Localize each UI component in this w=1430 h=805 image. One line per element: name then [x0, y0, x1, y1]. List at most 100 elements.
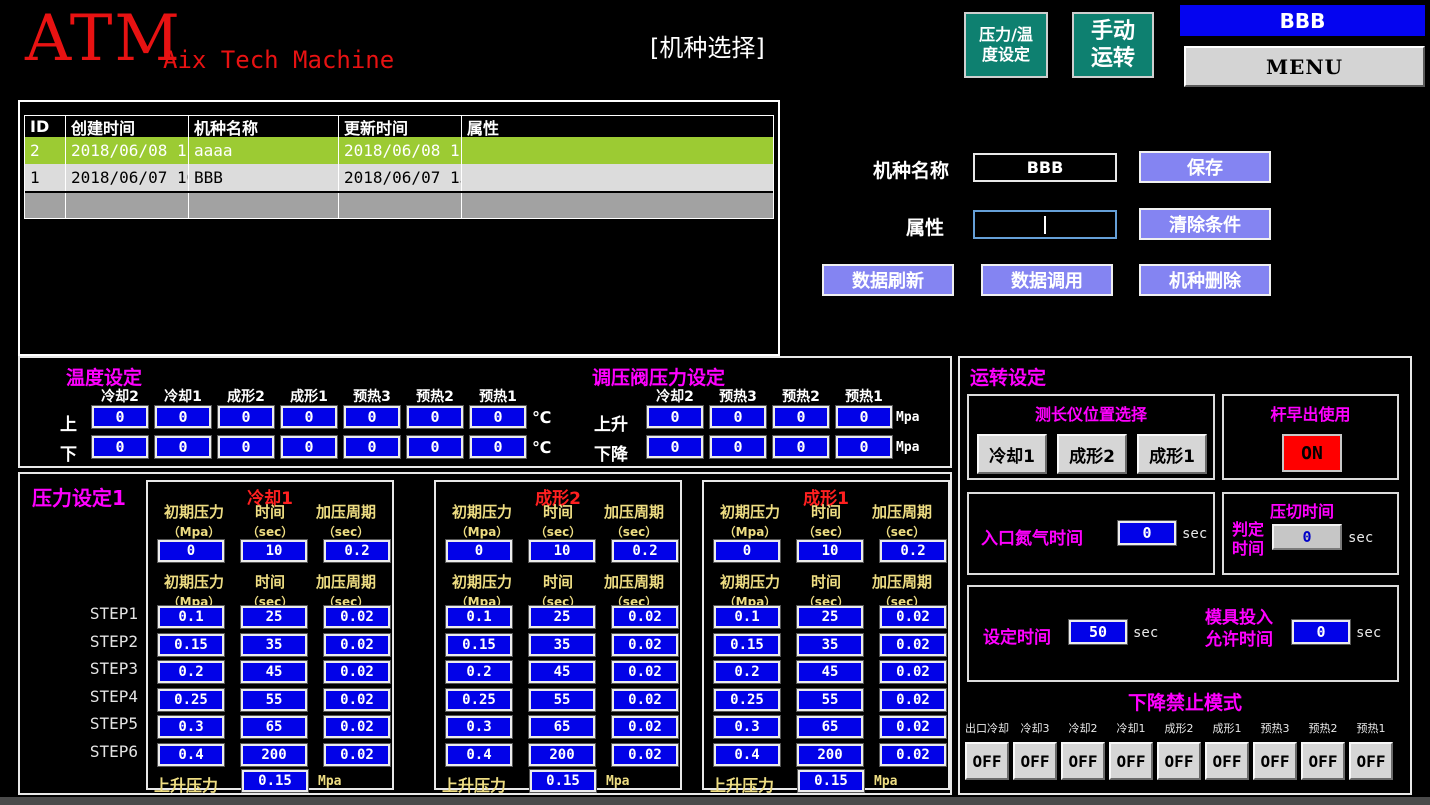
temp-up-input-6[interactable]: 0	[470, 406, 526, 428]
rise-pressure-input[interactable]: 0.15	[242, 770, 308, 792]
step5-pressure-input[interactable]: 0.3	[446, 716, 512, 738]
descent-toggle-preheat3[interactable]: OFF	[1253, 742, 1297, 780]
step2-pressure-input[interactable]: 0.15	[714, 634, 780, 656]
descent-toggle-cooling1[interactable]: OFF	[1109, 742, 1153, 780]
length-pos-forming2-button[interactable]: 成形2	[1057, 434, 1127, 474]
step3-cycle-input[interactable]: 0.02	[880, 661, 946, 683]
temp-up-input-4[interactable]: 0	[344, 406, 400, 428]
descent-toggle-forming2[interactable]: OFF	[1157, 742, 1201, 780]
step6-time-input[interactable]: 200	[797, 744, 863, 766]
step5-time-input[interactable]: 65	[241, 716, 307, 738]
save-button[interactable]: 保存	[1139, 151, 1271, 183]
step2-time-input[interactable]: 35	[241, 634, 307, 656]
temp-up-input-3[interactable]: 0	[281, 406, 337, 428]
descent-toggle-cooling3[interactable]: OFF	[1013, 742, 1057, 780]
nitrogen-time-input[interactable]: 0	[1118, 521, 1176, 545]
descent-toggle-outlet-cooling[interactable]: OFF	[965, 742, 1009, 780]
data-recall-button[interactable]: 数据调用	[981, 264, 1113, 296]
attribute-input[interactable]	[973, 210, 1117, 239]
step3-pressure-input[interactable]: 0.2	[714, 661, 780, 683]
temp-down-input-4[interactable]: 0	[344, 436, 400, 458]
step3-time-input[interactable]: 45	[241, 661, 307, 683]
clear-condition-button[interactable]: 清除条件	[1139, 208, 1271, 240]
temp-up-input-1[interactable]: 0	[155, 406, 211, 428]
pressure-temp-setting-button[interactable]: 压力/温 度设定	[964, 12, 1048, 78]
temp-down-input-0[interactable]: 0	[92, 436, 148, 458]
rise-pressure-input[interactable]: 0.15	[530, 770, 596, 792]
step5-pressure-input[interactable]: 0.3	[714, 716, 780, 738]
descent-toggle-cooling2[interactable]: OFF	[1061, 742, 1105, 780]
init-pressure-input[interactable]: 0	[714, 540, 780, 562]
init-time-input[interactable]: 10	[797, 540, 863, 562]
step1-time-input[interactable]: 25	[529, 606, 595, 628]
step6-pressure-input[interactable]: 0.4	[158, 744, 224, 766]
step4-time-input[interactable]: 55	[797, 689, 863, 711]
table-row-selected[interactable]: 2 2018/06/08 11:28 aaaa 2018/06/08 11:30	[25, 137, 773, 164]
step2-cycle-input[interactable]: 0.02	[612, 634, 678, 656]
step2-pressure-input[interactable]: 0.15	[446, 634, 512, 656]
init-time-input[interactable]: 10	[529, 540, 595, 562]
step1-cycle-input[interactable]: 0.02	[880, 606, 946, 628]
step6-cycle-input[interactable]: 0.02	[612, 744, 678, 766]
step3-cycle-input[interactable]: 0.02	[612, 661, 678, 683]
step4-pressure-input[interactable]: 0.25	[714, 689, 780, 711]
mold-insert-time-input[interactable]: 0	[1292, 620, 1350, 644]
step4-pressure-input[interactable]: 0.25	[446, 689, 512, 711]
temp-down-input-6[interactable]: 0	[470, 436, 526, 458]
init-cycle-input[interactable]: 0.2	[880, 540, 946, 562]
valve-up-input-0[interactable]: 0	[647, 406, 703, 428]
step6-cycle-input[interactable]: 0.02	[324, 744, 390, 766]
step1-pressure-input[interactable]: 0.1	[158, 606, 224, 628]
step1-cycle-input[interactable]: 0.02	[324, 606, 390, 628]
init-cycle-input[interactable]: 0.2	[324, 540, 390, 562]
step2-cycle-input[interactable]: 0.02	[880, 634, 946, 656]
step1-cycle-input[interactable]: 0.02	[612, 606, 678, 628]
step4-pressure-input[interactable]: 0.25	[158, 689, 224, 711]
step6-cycle-input[interactable]: 0.02	[880, 744, 946, 766]
step5-cycle-input[interactable]: 0.02	[612, 716, 678, 738]
step3-pressure-input[interactable]: 0.2	[158, 661, 224, 683]
step4-cycle-input[interactable]: 0.02	[880, 689, 946, 711]
step6-time-input[interactable]: 200	[241, 744, 307, 766]
temp-up-input-5[interactable]: 0	[407, 406, 463, 428]
temp-down-input-1[interactable]: 0	[155, 436, 211, 458]
step4-cycle-input[interactable]: 0.02	[612, 689, 678, 711]
valve-down-input-1[interactable]: 0	[710, 436, 766, 458]
init-time-input[interactable]: 10	[241, 540, 307, 562]
step2-pressure-input[interactable]: 0.15	[158, 634, 224, 656]
valve-down-input-3[interactable]: 0	[836, 436, 892, 458]
machine-name-input[interactable]: BBB	[973, 153, 1117, 182]
step3-pressure-input[interactable]: 0.2	[446, 661, 512, 683]
descent-toggle-preheat2[interactable]: OFF	[1301, 742, 1345, 780]
step2-time-input[interactable]: 35	[529, 634, 595, 656]
step5-pressure-input[interactable]: 0.3	[158, 716, 224, 738]
step2-time-input[interactable]: 35	[797, 634, 863, 656]
step4-cycle-input[interactable]: 0.02	[324, 689, 390, 711]
temp-down-input-3[interactable]: 0	[281, 436, 337, 458]
set-time-input[interactable]: 50	[1069, 620, 1127, 644]
step6-pressure-input[interactable]: 0.4	[446, 744, 512, 766]
step4-time-input[interactable]: 55	[241, 689, 307, 711]
step1-time-input[interactable]: 25	[241, 606, 307, 628]
valve-up-input-3[interactable]: 0	[836, 406, 892, 428]
length-pos-forming1-button[interactable]: 成形1	[1137, 434, 1207, 474]
step1-time-input[interactable]: 25	[797, 606, 863, 628]
step3-cycle-input[interactable]: 0.02	[324, 661, 390, 683]
init-pressure-input[interactable]: 0	[446, 540, 512, 562]
rod-early-out-toggle[interactable]: ON	[1282, 434, 1342, 472]
init-pressure-input[interactable]: 0	[158, 540, 224, 562]
temp-down-input-5[interactable]: 0	[407, 436, 463, 458]
descent-toggle-forming1[interactable]: OFF	[1205, 742, 1249, 780]
descent-toggle-preheat1[interactable]: OFF	[1349, 742, 1393, 780]
manual-operation-button[interactable]: 手动 运转	[1072, 12, 1154, 78]
valve-up-input-1[interactable]: 0	[710, 406, 766, 428]
rise-pressure-input[interactable]: 0.15	[798, 770, 864, 792]
step5-cycle-input[interactable]: 0.02	[324, 716, 390, 738]
step6-pressure-input[interactable]: 0.4	[714, 744, 780, 766]
init-cycle-input[interactable]: 0.2	[612, 540, 678, 562]
step6-time-input[interactable]: 200	[529, 744, 595, 766]
menu-button[interactable]: MENU	[1184, 46, 1425, 87]
temp-up-input-0[interactable]: 0	[92, 406, 148, 428]
step5-cycle-input[interactable]: 0.02	[880, 716, 946, 738]
valve-down-input-2[interactable]: 0	[773, 436, 829, 458]
